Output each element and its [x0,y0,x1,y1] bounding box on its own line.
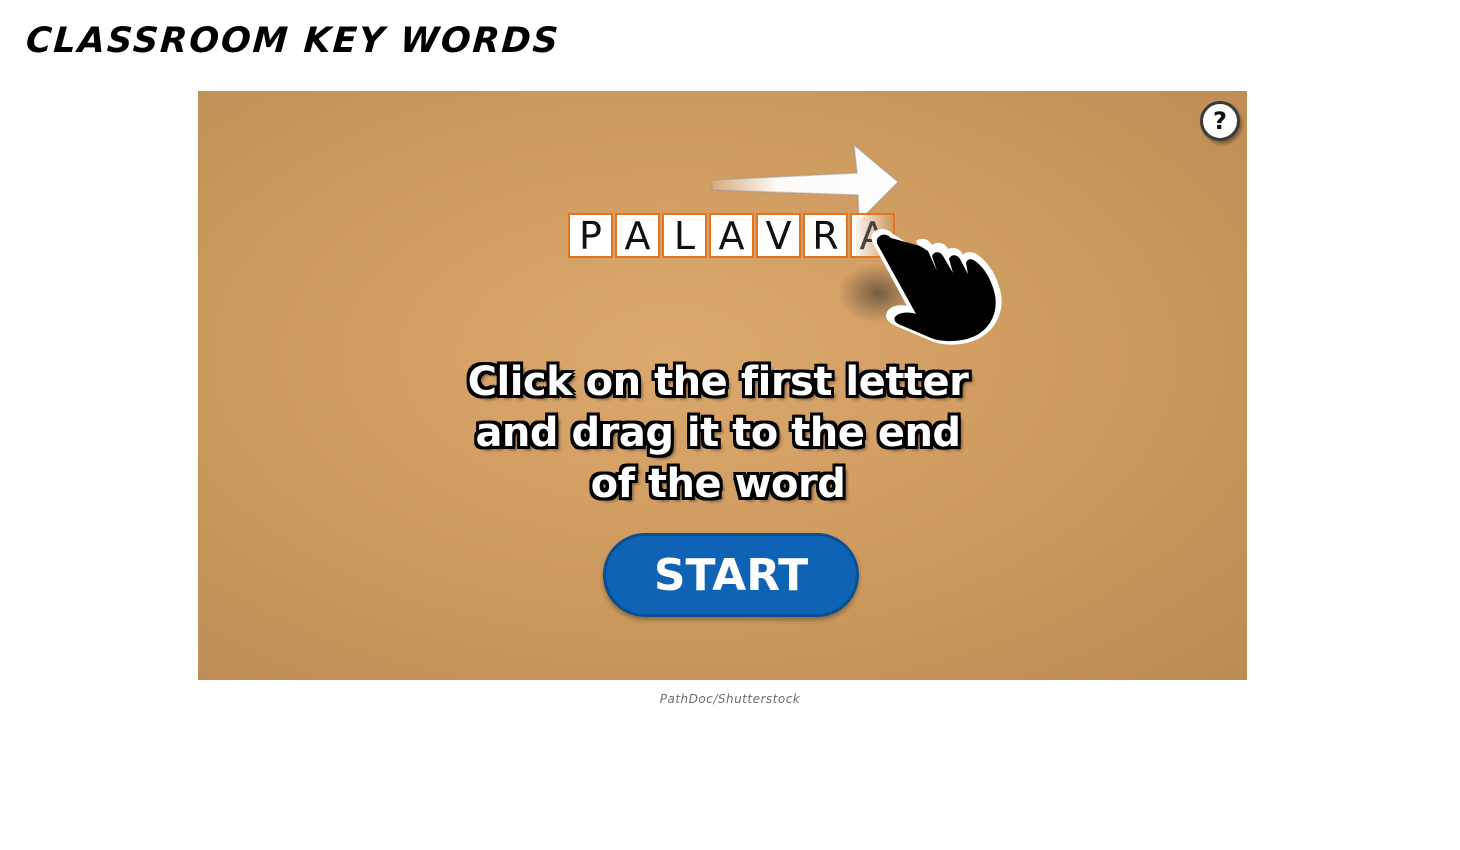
right-arrow-icon [711,143,900,223]
word-tiles: P A L A V R A [568,213,897,258]
letter-tile[interactable]: L [662,213,707,258]
letter-tile[interactable]: A [615,213,660,258]
instruction-line: of the word [590,461,846,507]
help-button[interactable]: ? [1200,101,1240,141]
page-title: CLASSROOM KEY WORDS [24,21,562,61]
letter-tile[interactable]: P [568,213,613,258]
game-stage: ? P A L A V R A Click on the first lette… [198,91,1247,680]
instruction-line: Click on the first letter [467,359,969,405]
letter-tile[interactable]: R [803,213,848,258]
letter-tile[interactable]: A [709,213,754,258]
instruction-line: and drag it to the end [475,410,961,456]
instructions: Click on the first letter and drag it to… [398,357,1038,510]
image-credit: PathDoc/Shutterstock [659,692,801,706]
letter-tile[interactable]: V [756,213,801,258]
pointing-hand-icon [871,229,1002,345]
question-mark-icon: ? [1213,107,1227,135]
start-button[interactable]: START [603,533,859,617]
